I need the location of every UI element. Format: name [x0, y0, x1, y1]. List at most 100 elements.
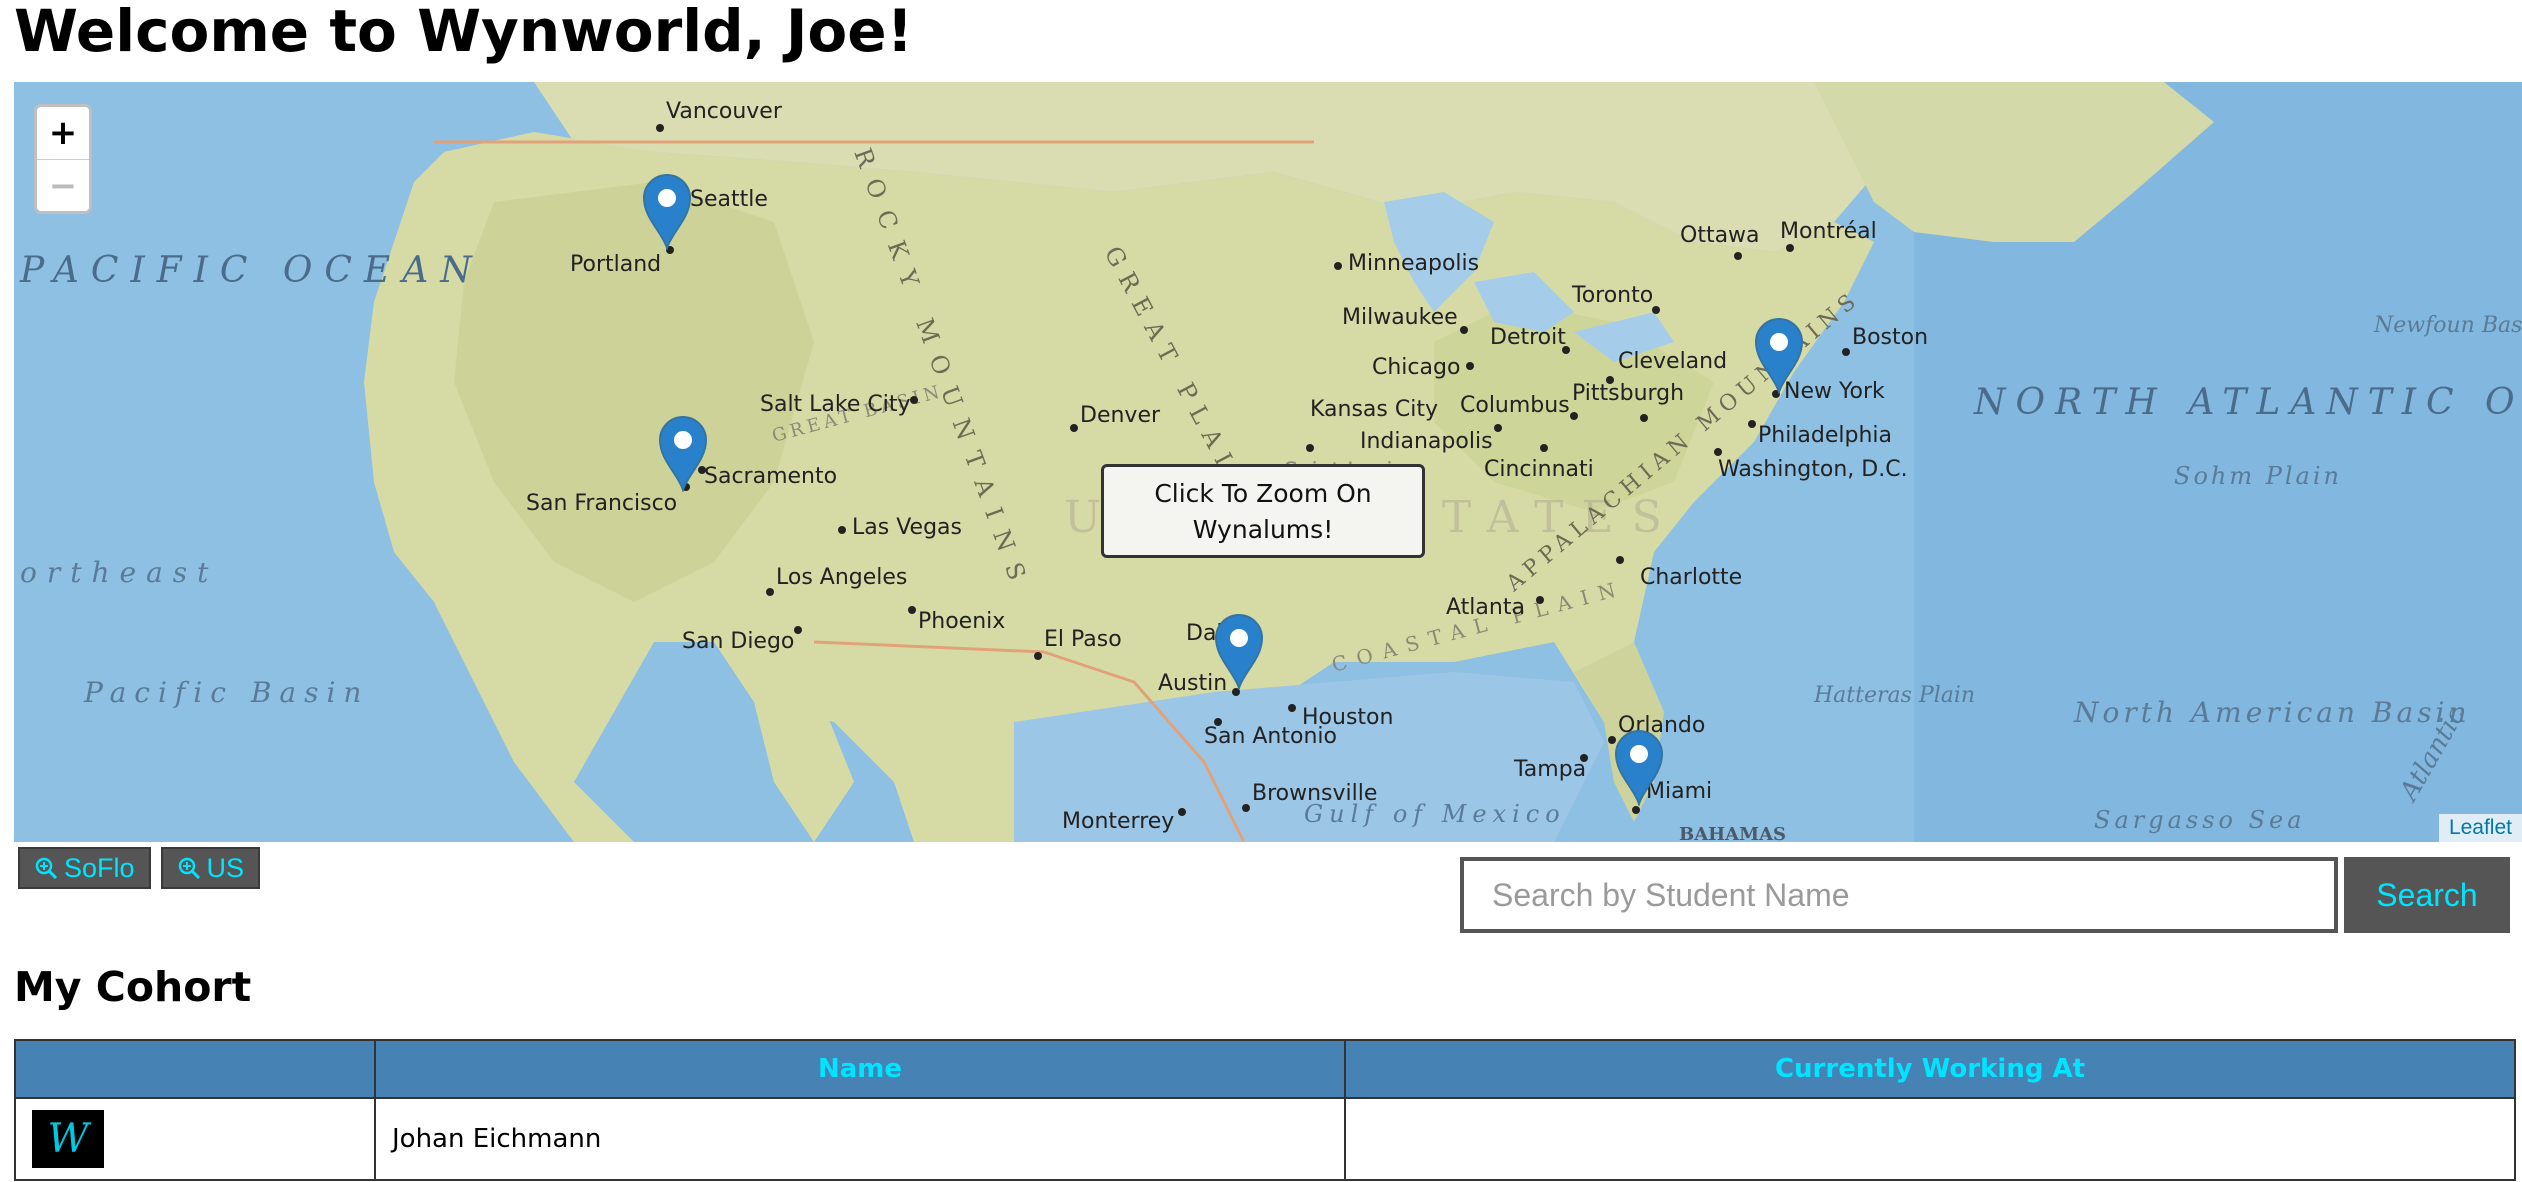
city-boston: Boston	[1842, 325, 1928, 356]
city-atlanta: Atlanta	[1446, 595, 1544, 620]
map-zoom-control: + −	[34, 104, 92, 214]
city-milwaukee: Milwaukee	[1342, 305, 1468, 334]
city-brownsville: Brownsville	[1242, 781, 1377, 812]
svg-text:Indianapolis: Indianapolis	[1360, 429, 1493, 454]
city-los-angeles: Los Angeles	[766, 565, 907, 596]
city-cleveland: Cleveland	[1606, 349, 1727, 384]
working-at-cell	[1344, 1097, 2516, 1181]
svg-text:San Diego: San Diego	[682, 629, 794, 654]
zoom-in-button[interactable]: +	[37, 107, 89, 160]
city-phoenix: Phoenix	[908, 606, 1005, 634]
svg-text:San Francisco: San Francisco	[526, 491, 677, 516]
page-title: Welcome to Wynworld, Joe!	[14, 0, 914, 65]
zoom-soflo-button[interactable]: SoFlo	[18, 847, 151, 889]
svg-text:Brownsville: Brownsville	[1252, 781, 1377, 806]
cohort-table: Name Currently Working At W Johan Eichma…	[14, 1039, 2516, 1181]
city-sacramento: Sacramento	[698, 464, 837, 489]
city-denver: Denver	[1070, 403, 1161, 432]
svg-text:Milwaukee: Milwaukee	[1342, 305, 1458, 330]
zoom-in-icon	[35, 857, 58, 880]
city-charlotte: Charlotte	[1616, 556, 1742, 590]
svg-text:Toronto: Toronto	[1571, 283, 1653, 308]
svg-text:Ottawa: Ottawa	[1680, 223, 1760, 248]
cohort-title: My Cohort	[14, 963, 252, 1011]
search-button[interactable]: Search	[2344, 857, 2510, 933]
table-header-row: Name Currently Working At	[14, 1039, 2516, 1099]
city-salt-lake-city: Salt Lake City	[760, 392, 918, 417]
city-portland: Portland	[570, 246, 674, 277]
zoom-us-button[interactable]: US	[160, 847, 261, 889]
marker-pin-icon	[642, 174, 692, 252]
table-row[interactable]: W Johan Eichmann	[14, 1097, 2516, 1181]
svg-text:Vancouver: Vancouver	[666, 99, 783, 124]
leaflet-attribution-link[interactable]: Leaflet	[2438, 814, 2522, 842]
column-header-avatar	[14, 1039, 376, 1099]
svg-text:Cincinnati: Cincinnati	[1484, 457, 1594, 482]
svg-text:Montréal: Montréal	[1780, 219, 1877, 244]
marker-pin-icon	[1614, 730, 1664, 808]
marker-pin-icon	[1754, 318, 1804, 396]
city-philadelphia: Philadelphia	[1748, 420, 1892, 448]
zoom-out-button[interactable]: −	[37, 160, 89, 211]
zoom-popup[interactable]: Click To Zoom On Wynalums!	[1101, 464, 1425, 558]
svg-text:Los Angeles: Los Angeles	[776, 565, 907, 590]
city-columbus: Columbus	[1460, 393, 1578, 420]
map[interactable]: PACIFIC OCEAN NORTH ATLANTIC O Gulf of M…	[14, 82, 2522, 842]
svg-text:Minneapolis: Minneapolis	[1348, 251, 1479, 276]
svg-text:Washington, D.C.: Washington, D.C.	[1718, 457, 1908, 482]
city-el-paso: El Paso	[1034, 627, 1122, 660]
svg-text:Salt Lake City: Salt Lake City	[760, 392, 911, 417]
city-vancouver: Vancouver	[656, 99, 783, 132]
svg-text:Atlanta: Atlanta	[1446, 595, 1525, 620]
zoom-in-icon	[178, 857, 200, 880]
svg-text:Charlotte: Charlotte	[1640, 565, 1742, 590]
svg-text:Detroit: Detroit	[1490, 325, 1566, 350]
svg-text:Denver: Denver	[1080, 403, 1161, 428]
marker-pin-icon	[1214, 614, 1264, 692]
avatar-cell: W	[14, 1097, 376, 1181]
city-indianapolis: Indianapolis	[1360, 424, 1502, 454]
marker-pin-icon	[658, 416, 708, 494]
city-chicago: Chicago	[1372, 355, 1474, 380]
student-search-input[interactable]	[1460, 857, 2338, 933]
city-san-diego: San Diego	[682, 626, 802, 654]
svg-text:San Antonio: San Antonio	[1204, 724, 1337, 749]
map-cities: Vancouver Seattle Portland Sacramento Sa…	[526, 99, 1928, 834]
city-tampa: Tampa	[1513, 754, 1588, 782]
map-marker-new-york[interactable]	[1754, 318, 1804, 396]
map-marker-san-francisco[interactable]	[658, 416, 708, 494]
city-washington-dc: Washington, D.C.	[1714, 448, 1908, 482]
city-ottawa: Ottawa	[1680, 223, 1760, 260]
column-header-name[interactable]: Name	[374, 1039, 1346, 1099]
avatar[interactable]: W	[32, 1110, 104, 1168]
map-marker-portland[interactable]	[642, 174, 692, 252]
city-pittsburgh: Pittsburgh	[1572, 381, 1684, 422]
svg-text:Portland: Portland	[570, 252, 661, 277]
svg-text:Phoenix: Phoenix	[918, 609, 1005, 634]
svg-text:Pittsburgh: Pittsburgh	[1572, 381, 1684, 406]
svg-text:Columbus: Columbus	[1460, 393, 1570, 418]
svg-text:Kansas City: Kansas City	[1310, 397, 1438, 422]
svg-text:Philadelphia: Philadelphia	[1758, 423, 1892, 448]
city-las-vegas: Las Vegas	[838, 515, 962, 540]
map-marker-austin[interactable]	[1214, 614, 1264, 692]
zoom-soflo-label: SoFlo	[64, 853, 135, 883]
svg-text:Cleveland: Cleveland	[1618, 349, 1727, 374]
svg-text:Seattle: Seattle	[690, 187, 768, 212]
name-cell[interactable]: Johan Eichmann	[374, 1097, 1346, 1181]
column-header-working-at[interactable]: Currently Working At	[1344, 1039, 2516, 1099]
map-marker-miami[interactable]	[1614, 730, 1664, 808]
city-montreal: Montréal	[1780, 219, 1877, 252]
svg-text:Boston: Boston	[1852, 325, 1928, 350]
city-detroit: Detroit	[1490, 325, 1570, 354]
svg-text:Monterrey: Monterrey	[1062, 809, 1174, 834]
city-minneapolis: Minneapolis	[1334, 251, 1479, 276]
city-toronto: Toronto	[1571, 283, 1660, 314]
city-cincinnati: Cincinnati	[1484, 444, 1594, 482]
region-zoom-buttons: SoFlo US	[18, 847, 261, 889]
city-monterrey: Monterrey	[1062, 808, 1186, 834]
svg-text:Chicago: Chicago	[1372, 355, 1460, 380]
svg-text:El Paso: El Paso	[1044, 627, 1122, 652]
svg-text:Las Vegas: Las Vegas	[852, 515, 962, 540]
svg-text:Tampa: Tampa	[1513, 757, 1586, 782]
